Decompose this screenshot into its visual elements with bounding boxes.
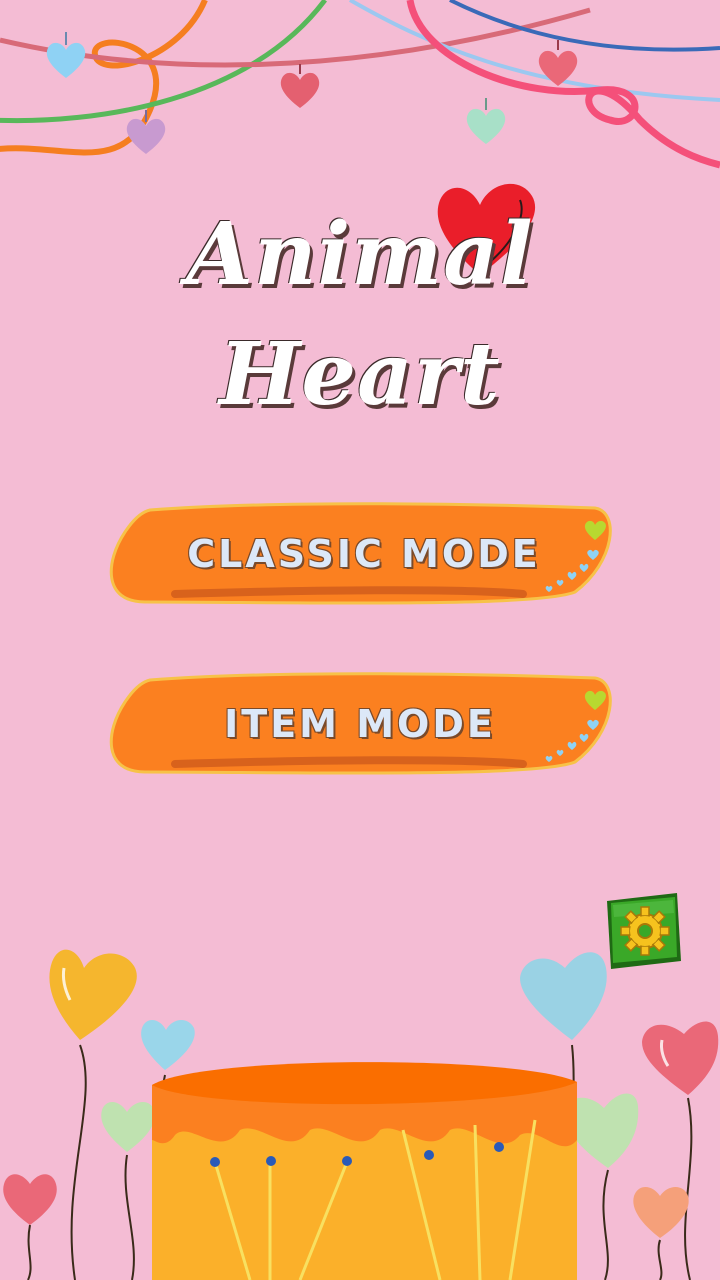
- classic-mode-button[interactable]: CLASSIC MODE: [105, 502, 615, 606]
- classic-mode-label: CLASSIC MODE: [187, 532, 541, 576]
- game-screen: Animal Heart CLASSIC MODE ITEM MODE: [0, 0, 720, 1280]
- drum-icon: [152, 1062, 577, 1280]
- gear-icon: [607, 893, 681, 969]
- game-title: Animal Heart: [186, 204, 534, 425]
- settings-button[interactable]: [603, 891, 683, 971]
- item-mode-label: ITEM MODE: [224, 702, 496, 746]
- item-mode-button[interactable]: ITEM MODE: [105, 672, 615, 776]
